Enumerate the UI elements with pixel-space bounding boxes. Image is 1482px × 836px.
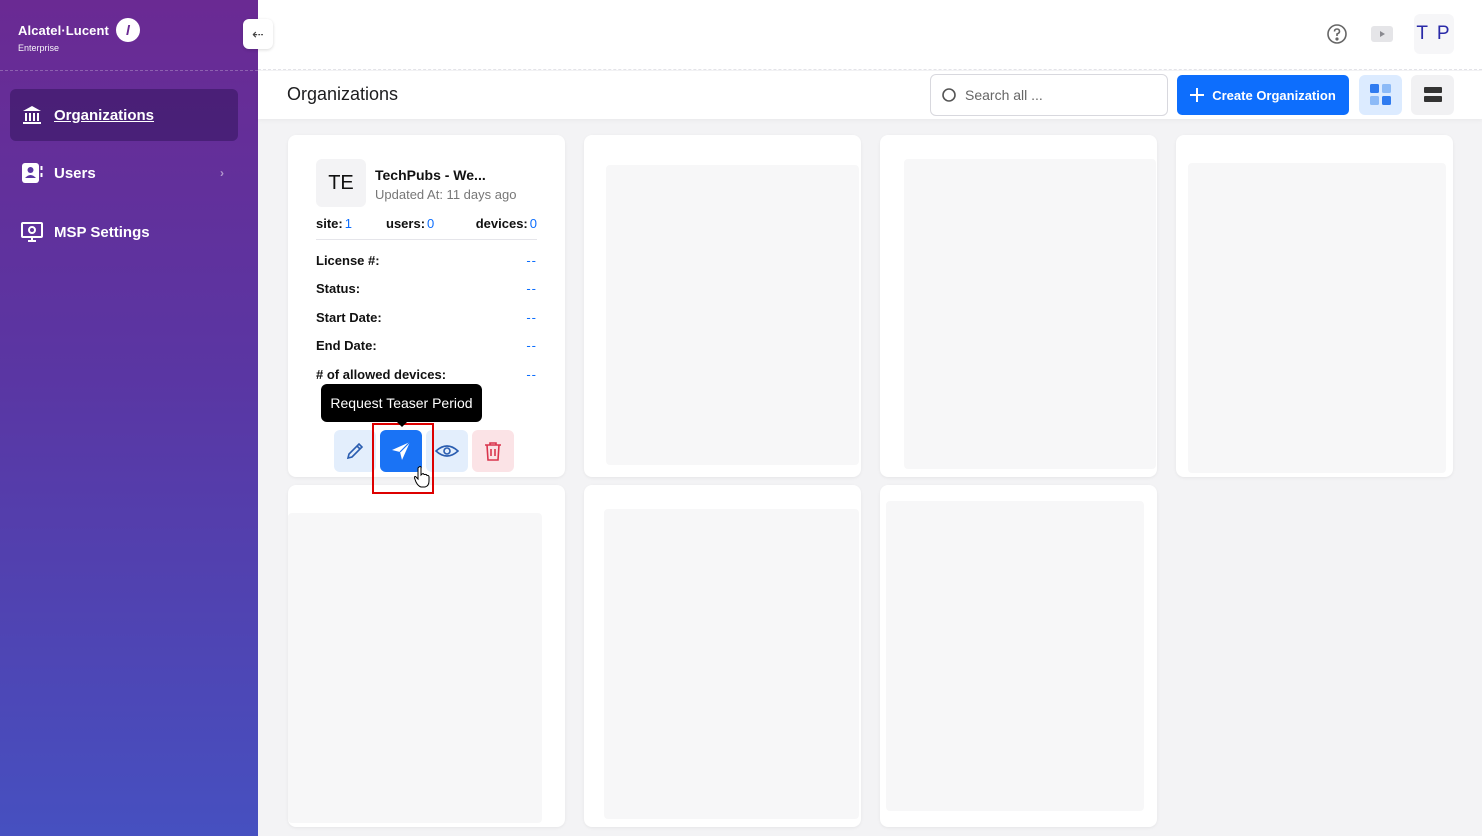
detail-label: Start Date: bbox=[316, 310, 382, 325]
edit-button[interactable] bbox=[334, 430, 376, 472]
brand-mark-icon: l bbox=[115, 18, 140, 42]
loading-skeleton bbox=[1188, 163, 1446, 473]
help-icon[interactable] bbox=[1325, 22, 1349, 46]
loading-skeleton bbox=[604, 509, 859, 819]
users-stat: users: 0 bbox=[386, 216, 434, 231]
page-header: Organizations Create Organization bbox=[258, 71, 1482, 119]
trash-icon bbox=[485, 442, 501, 461]
end-date-row: End Date: -- bbox=[316, 338, 537, 358]
status-row: Status: -- bbox=[316, 281, 537, 301]
site-label: site: bbox=[316, 216, 343, 231]
devices-label: devices: bbox=[475, 216, 528, 231]
monitor-settings-icon bbox=[20, 220, 44, 244]
org-initials: TE bbox=[316, 159, 366, 207]
organization-card-placeholder bbox=[584, 485, 861, 827]
users-label: users: bbox=[386, 216, 426, 231]
search-box[interactable] bbox=[930, 74, 1168, 116]
site-value: 1 bbox=[344, 216, 352, 231]
organization-card-placeholder bbox=[584, 135, 861, 477]
users-value: 0 bbox=[427, 216, 435, 231]
hand-cursor-icon bbox=[414, 466, 430, 488]
brand-logo[interactable]: Alcatel·Lucent l Enterprise bbox=[18, 18, 140, 53]
sidebar-item-users[interactable]: Users › bbox=[10, 147, 238, 199]
detail-value: -- bbox=[526, 253, 537, 268]
tooltip-arrow bbox=[396, 421, 408, 427]
grid-view-button[interactable] bbox=[1359, 75, 1402, 115]
org-stats: site: 1 users: 0 devices: 0 bbox=[316, 216, 537, 240]
list-icon bbox=[1423, 87, 1442, 102]
collapse-sidebar-button[interactable]: ⇠ bbox=[243, 19, 273, 49]
sidebar-item-msp-settings[interactable]: MSP Settings bbox=[10, 206, 238, 258]
loading-skeleton bbox=[606, 165, 859, 465]
contact-card-icon bbox=[20, 161, 44, 185]
create-organization-button[interactable]: Create Organization bbox=[1177, 75, 1349, 115]
search-icon bbox=[942, 88, 956, 102]
top-bar: T P bbox=[258, 0, 1482, 70]
site-stat: site: 1 bbox=[316, 216, 352, 231]
loading-skeleton bbox=[288, 513, 542, 823]
organization-card-placeholder bbox=[288, 485, 565, 827]
sidebar: Alcatel·Lucent l Enterprise Organizations… bbox=[0, 0, 258, 836]
search-input[interactable] bbox=[965, 87, 1155, 103]
eye-icon bbox=[435, 445, 459, 457]
sidebar-item-label: Users bbox=[54, 164, 96, 182]
user-avatar[interactable]: T P bbox=[1414, 14, 1454, 54]
loading-skeleton bbox=[886, 501, 1144, 811]
loading-skeleton bbox=[904, 159, 1156, 469]
bank-icon bbox=[20, 103, 44, 127]
pencil-icon bbox=[346, 442, 364, 460]
arrow-left-icon: ⇠ bbox=[252, 25, 264, 42]
sidebar-item-organizations[interactable]: Organizations bbox=[10, 89, 238, 141]
devices-stat: devices: 0 bbox=[476, 216, 537, 231]
organization-card-placeholder bbox=[880, 135, 1157, 477]
start-date-row: Start Date: -- bbox=[316, 310, 537, 330]
sidebar-item-label: MSP Settings bbox=[54, 223, 150, 241]
detail-label: # of allowed devices: bbox=[316, 367, 447, 382]
create-organization-label: Create Organization bbox=[1212, 87, 1336, 103]
license-row: License #: -- bbox=[316, 253, 537, 273]
plus-icon bbox=[1190, 88, 1205, 102]
organization-card-placeholder bbox=[880, 485, 1157, 827]
detail-value: -- bbox=[526, 367, 537, 382]
video-icon[interactable] bbox=[1370, 22, 1394, 46]
org-updated-at: Updated At: 11 days ago bbox=[375, 187, 517, 202]
sidebar-item-label: Organizations bbox=[54, 106, 155, 124]
organization-card-placeholder bbox=[1176, 135, 1453, 477]
brand-subtitle: Enterprise bbox=[18, 43, 60, 53]
detail-label: License #: bbox=[316, 253, 380, 268]
delete-button[interactable] bbox=[472, 430, 514, 472]
brand-name: Alcatel·Lucent bbox=[18, 22, 109, 38]
org-name[interactable]: TechPubs - We... bbox=[375, 167, 486, 183]
grid-icon bbox=[1369, 84, 1391, 105]
page-title: Organizations bbox=[287, 84, 399, 104]
devices-value: 0 bbox=[529, 216, 537, 231]
detail-label: End Date: bbox=[316, 338, 377, 353]
tooltip: Request Teaser Period bbox=[321, 384, 482, 422]
detail-label: Status: bbox=[316, 281, 361, 296]
detail-value: -- bbox=[526, 310, 537, 325]
list-view-button[interactable] bbox=[1411, 75, 1454, 115]
detail-value: -- bbox=[526, 338, 537, 353]
detail-value: -- bbox=[526, 281, 537, 296]
sidebar-divider bbox=[0, 70, 258, 71]
chevron-right-icon: › bbox=[220, 166, 224, 180]
